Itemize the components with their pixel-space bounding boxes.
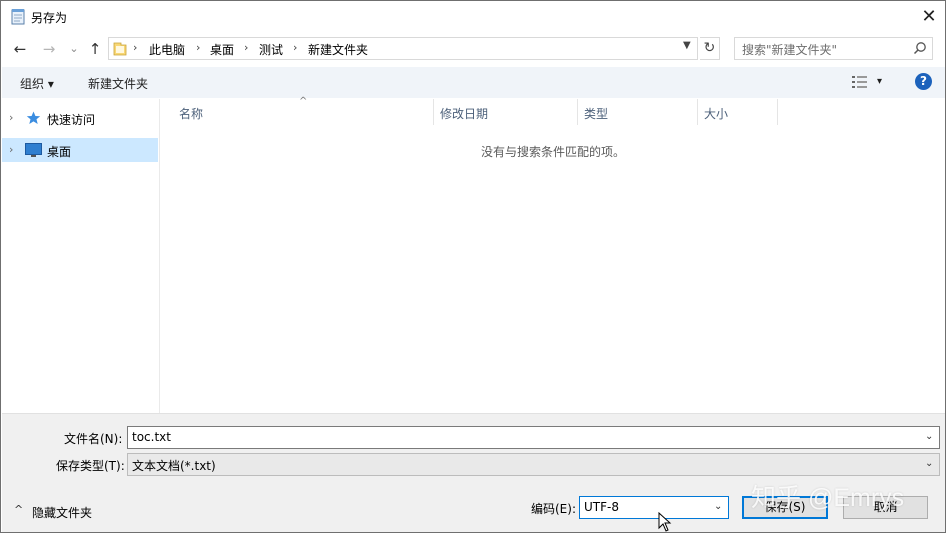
chevron-down-icon[interactable]: ⌄ xyxy=(714,501,722,512)
expand-chevron-icon[interactable]: › xyxy=(9,111,13,124)
sidebar-item-label: 桌面 xyxy=(47,145,72,159)
organize-menu-button[interactable]: 组织 ▾ xyxy=(20,75,54,92)
column-divider[interactable] xyxy=(777,99,778,125)
command-bar: 组织 ▾ 新建文件夹 ▾ xyxy=(2,67,945,98)
filename-input[interactable]: toc.txt xyxy=(132,430,171,444)
help-icon[interactable]: ? xyxy=(915,73,932,90)
view-options-icon[interactable] xyxy=(852,76,868,88)
filename-label: 文件名(N): xyxy=(64,432,123,446)
breadcrumb-separator: › xyxy=(244,41,249,54)
back-icon[interactable]: ← xyxy=(10,39,30,59)
star-icon xyxy=(26,111,41,124)
column-divider[interactable] xyxy=(433,99,434,125)
column-header-type[interactable]: 类型 xyxy=(584,105,608,122)
watermark-text: 知乎 @Emrys xyxy=(751,484,905,512)
filetype-select[interactable]: 文本文档(*.txt) ⌄ xyxy=(127,453,940,476)
column-divider[interactable] xyxy=(697,99,698,125)
breadcrumb-this-pc[interactable]: 此电脑 xyxy=(149,41,185,58)
breadcrumb-new-folder[interactable]: 新建文件夹 xyxy=(308,41,368,58)
recent-locations-icon[interactable]: ⌄ xyxy=(64,39,84,59)
breadcrumb-separator: › xyxy=(196,41,201,54)
breadcrumb-separator: › xyxy=(293,41,298,54)
address-dropdown-icon[interactable]: ▼ xyxy=(683,40,691,51)
breadcrumb-test[interactable]: 测试 xyxy=(259,41,283,58)
sidebar-item-label: 快速访问 xyxy=(47,113,96,127)
file-list: ^ 名称 修改日期 类型 大小 没有与搜索条件匹配的项。 xyxy=(161,96,945,413)
search-icon[interactable] xyxy=(913,41,927,55)
chevron-up-icon: ^ xyxy=(14,503,24,516)
chevron-down-icon[interactable]: ⌄ xyxy=(925,458,933,469)
breadcrumb-separator: › xyxy=(133,41,138,54)
filetype-label: 保存类型(T): xyxy=(56,459,125,473)
encoding-label: 编码(E): xyxy=(531,502,576,516)
new-folder-button[interactable]: 新建文件夹 xyxy=(88,75,148,92)
filename-combobox[interactable]: toc.txt ⌄ xyxy=(127,426,940,449)
filetype-value: 文本文档(*.txt) xyxy=(132,459,216,473)
window-title: 另存为 xyxy=(31,11,68,25)
navigation-pane: › 快速访问 › 桌面 xyxy=(2,99,160,413)
refresh-button[interactable]: ↻ xyxy=(700,37,720,60)
search-box[interactable]: 搜索"新建文件夹" xyxy=(734,37,933,60)
address-bar[interactable]: › 此电脑 › 桌面 › 测试 › 新建文件夹 ▼ xyxy=(108,37,698,60)
desktop-icon xyxy=(25,143,42,157)
sort-ascending-icon: ^ xyxy=(299,96,308,107)
forward-icon[interactable]: → xyxy=(39,39,59,59)
sidebar-item-desktop[interactable]: › 桌面 xyxy=(2,138,158,162)
sidebar-item-quick-access[interactable]: › 快速访问 xyxy=(2,106,158,130)
column-header-size[interactable]: 大小 xyxy=(704,105,728,122)
close-button[interactable]: ✕ xyxy=(914,4,944,30)
encoding-value: UTF-8 xyxy=(584,500,619,514)
empty-results-message: 没有与搜索条件匹配的项。 xyxy=(481,145,626,159)
search-input[interactable]: 搜索"新建文件夹" xyxy=(742,41,837,58)
title-bar: 另存为 ✕ xyxy=(1,1,945,32)
column-divider[interactable] xyxy=(577,99,578,125)
mouse-cursor-icon xyxy=(658,512,672,532)
save-as-dialog: 另存为 ✕ ← → ⌄ ↑ › 此电脑 › 桌面 › 测试 › 新建文件夹 ▼ … xyxy=(0,0,946,533)
folder-icon xyxy=(113,42,127,56)
up-icon[interactable]: ↑ xyxy=(85,39,105,59)
hide-folders-label: 隐藏文件夹 xyxy=(32,506,93,520)
breadcrumb-desktop[interactable]: 桌面 xyxy=(210,41,234,58)
view-dropdown-icon[interactable]: ▾ xyxy=(877,76,882,87)
column-header-modified[interactable]: 修改日期 xyxy=(440,105,488,122)
column-header-name[interactable]: 名称 xyxy=(179,105,203,122)
expand-chevron-icon[interactable]: › xyxy=(9,143,13,156)
chevron-down-icon[interactable]: ⌄ xyxy=(925,431,933,442)
encoding-select[interactable]: UTF-8 ⌄ xyxy=(579,496,729,519)
save-form: 文件名(N): toc.txt ⌄ 保存类型(T): 文本文档(*.txt) ⌄… xyxy=(2,413,945,532)
notepad-icon xyxy=(11,9,25,25)
